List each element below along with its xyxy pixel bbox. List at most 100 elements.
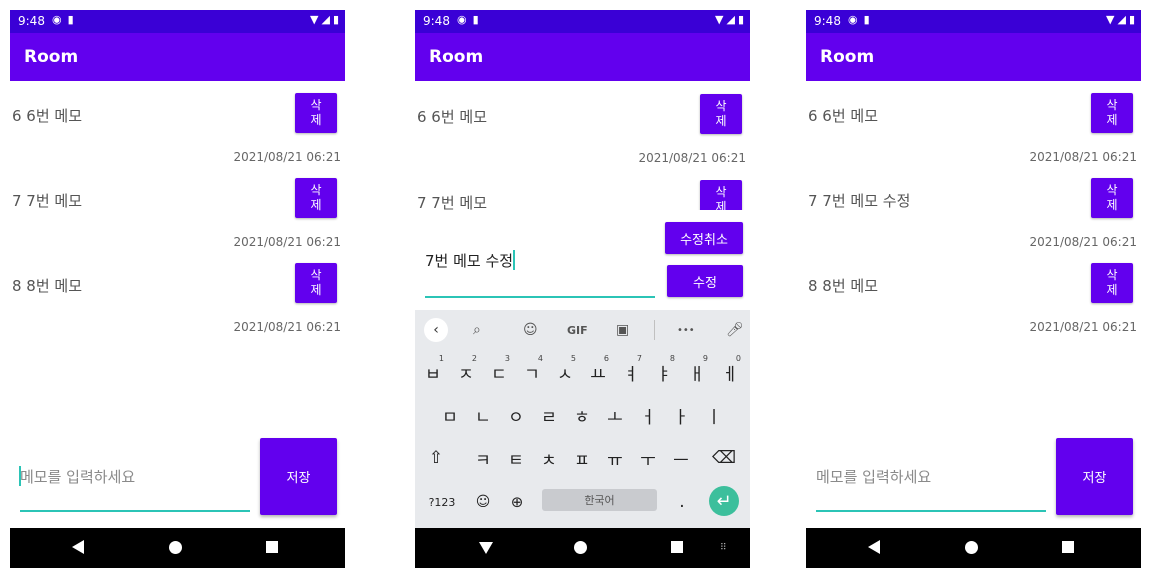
key[interactable]: ㅎ xyxy=(567,395,597,435)
cancel-edit-button[interactable]: 수정취소 xyxy=(665,222,743,254)
confirm-edit-button[interactable]: 수정 xyxy=(667,265,743,297)
memo-text[interactable]: 6 6번 메모 xyxy=(417,106,487,127)
back-icon[interactable] xyxy=(72,540,84,554)
delete-button[interactable]: 삭 제 xyxy=(700,94,742,134)
key[interactable]: ㅓ xyxy=(633,395,663,435)
memo-item: 8 8번 메모 삭 제 2021/08/21 06:21 xyxy=(806,263,1141,348)
memo-text[interactable]: 8 8번 메모 xyxy=(12,275,82,296)
sd-card-icon: ▮ xyxy=(863,13,870,26)
memo-text[interactable]: 6 6번 메모 xyxy=(12,105,82,126)
key[interactable]: ㅕ7 xyxy=(616,352,646,392)
delete-button[interactable]: 삭 제 xyxy=(1091,178,1133,218)
back-icon[interactable] xyxy=(868,540,880,554)
memo-item: 7 7번 메모 수정 삭 제 2021/08/21 06:21 xyxy=(806,178,1141,263)
delete-button[interactable]: 삭 제 xyxy=(295,178,337,218)
input-underline xyxy=(425,296,655,298)
globe-icon[interactable]: ⊕ xyxy=(502,482,532,522)
delete-button[interactable]: 삭 제 xyxy=(295,263,337,303)
key[interactable]: ㅋ xyxy=(468,438,498,478)
key[interactable]: ㅣ xyxy=(699,395,729,435)
key[interactable]: ㅏ xyxy=(666,395,696,435)
key[interactable]: ㅡ xyxy=(666,438,696,478)
home-icon[interactable] xyxy=(965,541,978,554)
key[interactable]: ㄴ xyxy=(468,395,498,435)
memo-text[interactable]: 6 6번 메모 xyxy=(808,105,878,126)
sticker-icon[interactable]: ☺ xyxy=(523,322,538,338)
keyboard-row-3: ⇧ ㅋ ㅌ ㅊ ㅍ ㅠ ㅜ ㅡ ⌫ xyxy=(415,438,750,478)
key[interactable]: ㄷ3 xyxy=(484,352,514,392)
hide-keyboard-icon[interactable] xyxy=(479,542,493,554)
status-time: 9:48 xyxy=(18,14,45,28)
phone-screen-1: 9:48 ◉ ▮ ▼ ◢ ▮ Room 6 6번 메모 삭 제 2021/08/… xyxy=(10,10,345,568)
status-bar: 9:48 ◉ ▮ ▼ ◢ ▮ xyxy=(806,10,1141,33)
memo-input[interactable]: 메모를 입력하세요 xyxy=(19,438,250,514)
key[interactable]: ㅍ xyxy=(567,438,597,478)
recent-apps-icon[interactable] xyxy=(671,541,683,553)
save-button[interactable]: 저장 xyxy=(260,438,337,515)
mic-icon[interactable]: 🎤︎ xyxy=(726,322,744,338)
memo-date: 2021/08/21 06:21 xyxy=(1029,235,1137,249)
delete-button[interactable]: 삭 제 xyxy=(700,180,742,210)
key[interactable]: ㅂ1 xyxy=(418,352,448,392)
memo-text[interactable]: 7 7번 메모 xyxy=(417,192,487,210)
space-key[interactable]: 한국어 xyxy=(542,489,657,511)
status-time: 9:48 xyxy=(814,14,841,28)
edit-memo-input[interactable]: 7번 메모 수정 xyxy=(425,240,655,300)
keyboard-switch-icon[interactable]: ⠿ xyxy=(720,543,727,553)
memo-date: 2021/08/21 06:21 xyxy=(233,150,341,164)
key[interactable]: ㅐ9 xyxy=(682,352,712,392)
key[interactable]: ㅇ xyxy=(501,395,531,435)
memo-text[interactable]: 8 8번 메모 xyxy=(808,275,878,296)
signal-icon: ◢ xyxy=(321,13,330,26)
status-time: 9:48 xyxy=(423,14,450,28)
key[interactable]: ㄱ4 xyxy=(517,352,547,392)
app-bar: Room xyxy=(415,33,750,81)
signal-icon: ◢ xyxy=(726,13,735,26)
backspace-icon[interactable]: ⌫ xyxy=(709,438,739,478)
save-button[interactable]: 저장 xyxy=(1056,438,1133,515)
key[interactable]: ㅠ xyxy=(600,438,630,478)
memo-text[interactable]: 7 7번 메모 xyxy=(12,190,82,211)
home-icon[interactable] xyxy=(169,541,182,554)
key[interactable]: ㅌ xyxy=(501,438,531,478)
status-bar: 9:48 ◉ ▮ ▼ ◢ ▮ xyxy=(415,10,750,33)
recent-apps-icon[interactable] xyxy=(1062,541,1074,553)
key[interactable]: ㄹ xyxy=(534,395,564,435)
phone-screen-3: 9:48 ◉ ▮ ▼ ◢ ▮ Room 6 6번 메모 삭 제 2021/08/… xyxy=(806,10,1141,568)
key[interactable]: ㅗ xyxy=(600,395,630,435)
memo-input-placeholder: 메모를 입력하세요 xyxy=(20,468,136,486)
enter-icon[interactable]: ↵ xyxy=(709,486,739,516)
key[interactable]: ㅁ xyxy=(435,395,465,435)
navigation-bar xyxy=(806,528,1141,568)
delete-button[interactable]: 삭 제 xyxy=(295,93,337,133)
key[interactable]: ㅊ xyxy=(534,438,564,478)
app-title: Room xyxy=(820,47,875,67)
period-key[interactable]: . xyxy=(667,482,697,522)
emoji-icon[interactable]: ☺ xyxy=(468,482,498,522)
delete-button[interactable]: 삭 제 xyxy=(1091,93,1133,133)
memo-item: 6 6번 메모 삭 제 2021/08/21 06:21 xyxy=(806,93,1141,178)
text-cursor xyxy=(513,250,515,270)
home-icon[interactable] xyxy=(574,541,587,554)
memo-item: 7 7번 메모 삭 제 2021/08/21 06:21 xyxy=(10,178,345,263)
gif-icon[interactable]: GIF xyxy=(567,324,588,337)
symbols-key[interactable]: ?123 xyxy=(425,482,459,522)
memo-text[interactable]: 7 7번 메모 수정 xyxy=(808,190,910,211)
delete-button[interactable]: 삭 제 xyxy=(1091,263,1133,303)
key[interactable]: ㅛ6 xyxy=(583,352,613,392)
keyboard-toolbar: ‹ ⌕ ☺ GIF ▣ ••• 🎤︎ xyxy=(415,310,750,350)
more-icon[interactable]: ••• xyxy=(677,325,695,336)
translate-icon[interactable]: ▣ xyxy=(616,322,629,338)
memo-input[interactable]: 메모를 입력하세요 xyxy=(816,438,1046,514)
chevron-left-icon[interactable]: ‹ xyxy=(424,318,448,342)
key[interactable]: ㅈ2 xyxy=(451,352,481,392)
shift-icon[interactable]: ⇧ xyxy=(421,438,451,478)
key[interactable]: ㅅ5 xyxy=(550,352,580,392)
phone-screen-2: 9:48 ◉ ▮ ▼ ◢ ▮ Room 6 6번 메모 삭 제 2021/08/… xyxy=(415,10,750,568)
recent-apps-icon[interactable] xyxy=(266,541,278,553)
search-icon[interactable]: ⌕ xyxy=(473,322,481,338)
notification-icon: ◉ xyxy=(457,13,467,26)
key[interactable]: ㅑ8 xyxy=(649,352,679,392)
key[interactable]: ㅔ0 xyxy=(715,352,745,392)
key[interactable]: ㅜ xyxy=(633,438,663,478)
